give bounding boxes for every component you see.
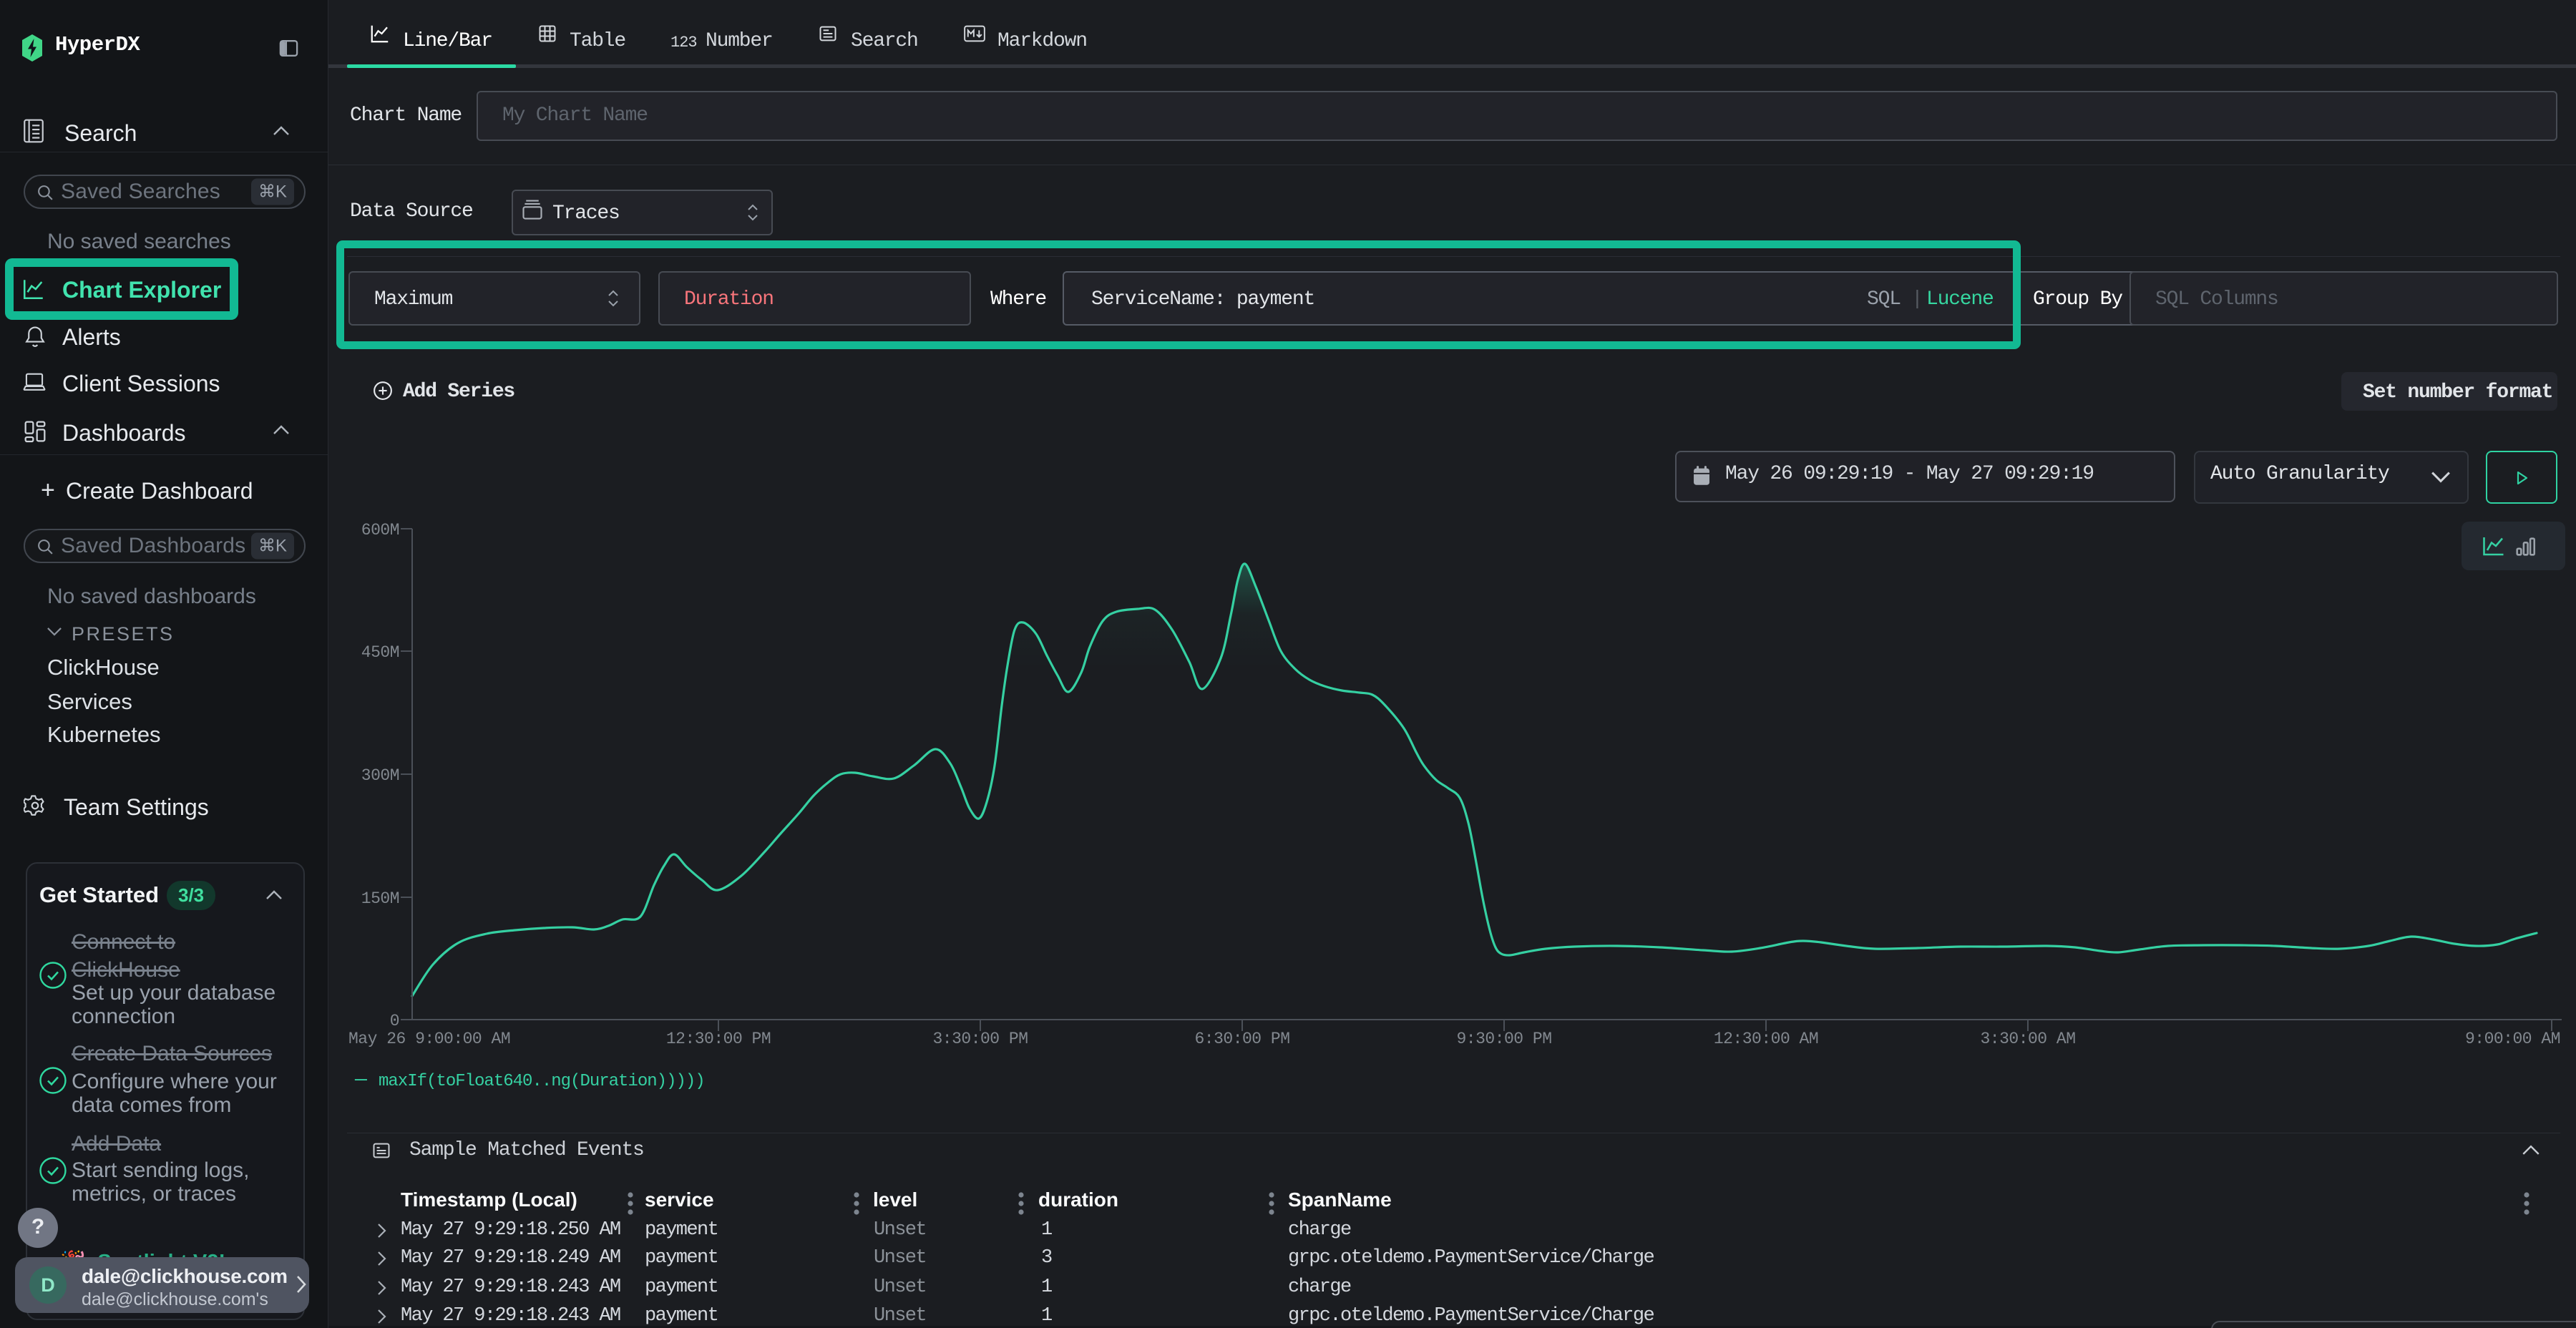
svg-text:450M: 450M: [361, 643, 399, 662]
svg-text:—: —: [354, 1069, 367, 1091]
svg-text:maxIf(toFloat640..ng(Duration): maxIf(toFloat640..ng(Duration))))): [379, 1072, 705, 1091]
svg-text:6:30:00 PM: 6:30:00 PM: [1194, 1030, 1289, 1048]
svg-text:300M: 300M: [361, 766, 399, 785]
svg-text:150M: 150M: [361, 889, 399, 908]
svg-text:12:30:00 AM: 12:30:00 AM: [1714, 1030, 1818, 1048]
svg-text:9:00:00 AM: 9:00:00 AM: [2465, 1030, 2560, 1048]
svg-text:9:30:00 PM: 9:30:00 PM: [1456, 1030, 1551, 1048]
svg-text:600M: 600M: [361, 521, 399, 540]
svg-text:3:30:00 PM: 3:30:00 PM: [932, 1030, 1028, 1048]
svg-text:12:30:00 PM: 12:30:00 PM: [666, 1030, 771, 1048]
svg-text:May 26 9:00:00 AM: May 26 9:00:00 AM: [348, 1030, 510, 1048]
svg-text:3:30:00 AM: 3:30:00 AM: [1980, 1030, 2075, 1048]
svg-text:0: 0: [390, 1012, 399, 1030]
